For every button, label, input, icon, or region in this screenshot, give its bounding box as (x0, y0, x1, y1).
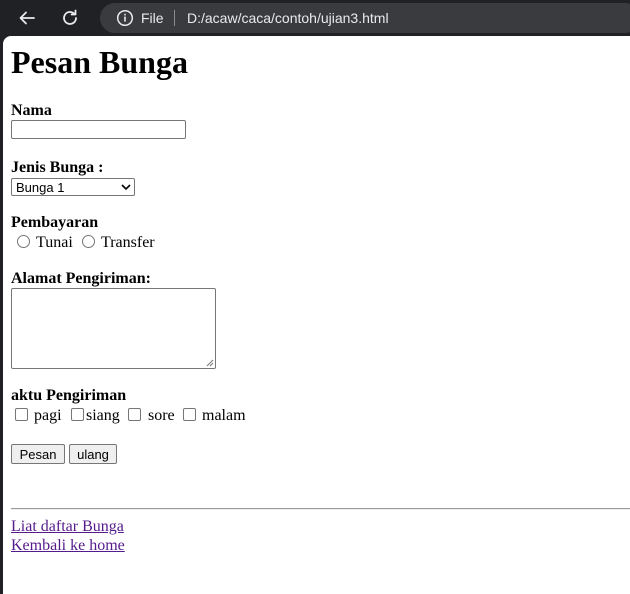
address-bar[interactable]: File D:/acaw/caca/contoh/ujian3.html (100, 3, 630, 33)
back-button[interactable] (14, 5, 40, 31)
pembayaran-label: Pembayaran (11, 214, 99, 231)
nama-input[interactable] (11, 120, 186, 139)
checkbox-sore-label: sore (148, 407, 175, 424)
alamat-textarea[interactable] (11, 288, 216, 369)
alamat-label: Alamat Pengiriman: (11, 270, 151, 287)
address-divider (174, 10, 175, 26)
page-viewport: Pesan Bunga Nama Jenis Bunga : Bunga 1 P… (3, 36, 630, 594)
nama-label: Nama (11, 102, 52, 119)
checkbox-malam-label: malam (202, 407, 246, 424)
jenis-bunga-select[interactable]: Bunga 1 (11, 178, 135, 196)
chevron-down-icon (121, 184, 131, 191)
reload-icon (63, 9, 77, 25)
radio-transfer-label: Transfer (101, 234, 155, 251)
arrow-left-icon (19, 11, 35, 25)
checkbox-siang-label: siang (86, 407, 120, 424)
resize-handle-icon[interactable] (206, 359, 214, 367)
checkbox-sore[interactable] (128, 408, 141, 421)
link-kembali-home[interactable]: Kembali ke home (11, 537, 125, 555)
reload-button[interactable] (57, 5, 83, 31)
jenis-bunga-selected: Bunga 1 (16, 180, 65, 195)
radio-tunai[interactable] (17, 235, 30, 248)
divider (11, 508, 630, 510)
waktu-label: aktu Pengiriman (11, 387, 127, 404)
jenis-bunga-label: Jenis Bunga : (11, 159, 104, 176)
checkbox-malam[interactable] (183, 408, 196, 421)
browser-toolbar: File D:/acaw/caca/contoh/ujian3.html (0, 0, 630, 36)
checkbox-siang[interactable] (71, 408, 84, 421)
link-daftar-bunga[interactable]: Liat daftar Bunga (11, 518, 124, 536)
checkbox-pagi[interactable] (15, 408, 28, 421)
pesan-button[interactable]: Pesan (11, 444, 65, 464)
checkbox-pagi-label: pagi (34, 407, 62, 424)
ulang-button[interactable]: ulang (69, 444, 117, 464)
info-icon[interactable] (116, 9, 134, 27)
url-text[interactable]: D:/acaw/caca/contoh/ujian3.html (187, 10, 389, 26)
scheme-label: File (141, 10, 164, 26)
radio-tunai-label: Tunai (36, 234, 73, 251)
page-title: Pesan Bunga (11, 44, 188, 80)
radio-transfer[interactable] (82, 235, 95, 248)
